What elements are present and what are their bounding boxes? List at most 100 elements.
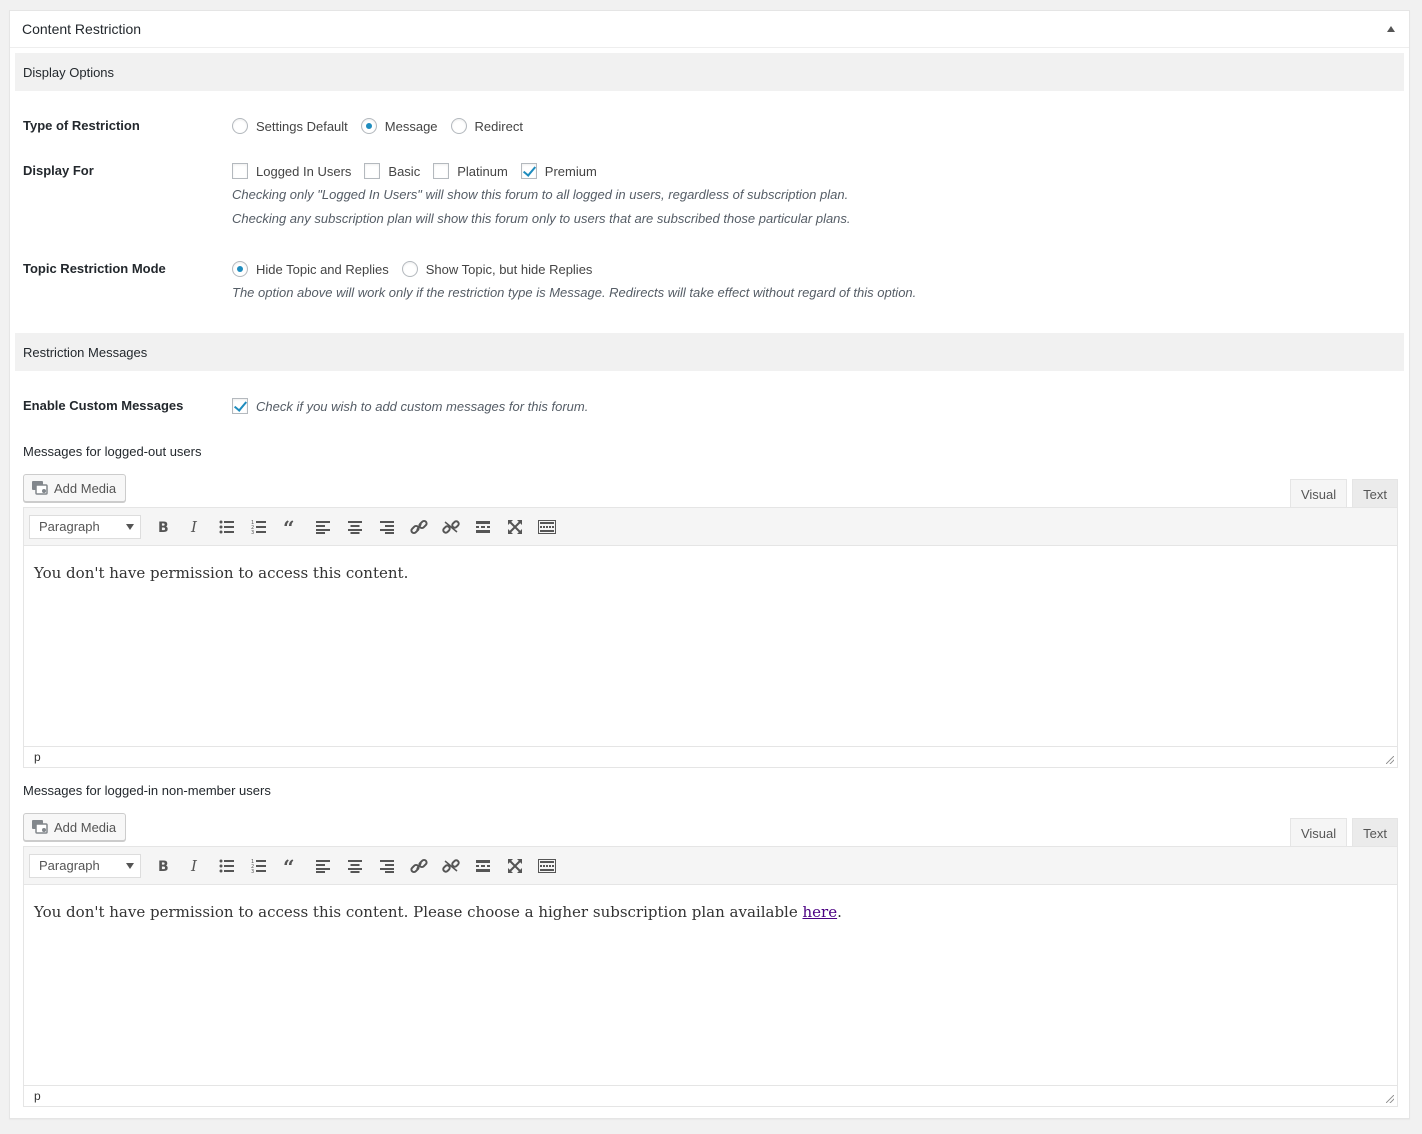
display-for-description-2: Checking any subscription plan will show…: [232, 211, 851, 226]
toolbar-toggle-icon[interactable]: [531, 513, 563, 541]
editor-statusbar: p: [24, 746, 1397, 767]
caret-down-icon: [126, 523, 134, 530]
format-select[interactable]: Paragraph: [29, 853, 141, 878]
format-select[interactable]: Paragraph: [29, 514, 141, 539]
align-right-icon[interactable]: [371, 513, 403, 541]
unlink-icon[interactable]: [435, 513, 467, 541]
tab-visual[interactable]: Visual: [1289, 479, 1348, 508]
display-for-options: Logged In Users Basic Platinum Premium: [232, 163, 851, 179]
svg-text:I: I: [190, 520, 198, 534]
logged-in-non-member-messages-label: Messages for logged-in non-member users: [23, 783, 271, 798]
blockquote-icon[interactable]: “: [275, 513, 307, 541]
radio-settings-default[interactable]: Settings Default: [232, 118, 348, 134]
bullet-list-icon[interactable]: [211, 513, 243, 541]
here-link[interactable]: here: [803, 903, 838, 921]
radio-control: [232, 118, 248, 134]
topic-restriction-mode-label: Topic Restriction Mode: [23, 261, 166, 276]
element-path[interactable]: p: [34, 1089, 41, 1103]
logged-out-messages-label: Messages for logged-out users: [23, 444, 202, 459]
svg-text:“: “: [283, 859, 295, 873]
metabox-title: Content Restriction: [22, 21, 142, 37]
numbered-list-icon[interactable]: 123: [243, 852, 275, 880]
add-media-button[interactable]: Add Media: [23, 813, 127, 841]
add-media-button[interactable]: Add Media: [23, 474, 127, 502]
editor-frame: Paragraph B I 123 “ You don't have permi…: [23, 846, 1398, 1107]
radio-control: [450, 118, 467, 134]
svg-text:3: 3: [251, 530, 254, 534]
tab-visual[interactable]: Visual: [1289, 818, 1348, 847]
bold-icon[interactable]: B: [147, 513, 179, 541]
collapse-arrow-icon[interactable]: [1387, 26, 1395, 32]
checkbox-enable-custom-messages[interactable]: Check if you wish to add custom messages…: [232, 398, 588, 414]
checkbox-logged-in-users[interactable]: Logged In Users: [232, 163, 351, 179]
bold-icon[interactable]: B: [147, 852, 179, 880]
align-right-icon[interactable]: [371, 852, 403, 880]
editor-tabs: Visual Text: [1285, 818, 1398, 847]
bullet-list-icon[interactable]: [211, 852, 243, 880]
topic-mode-options: Hide Topic and Replies Show Topic, but h…: [232, 261, 916, 277]
enable-custom-messages-label: Enable Custom Messages: [23, 398, 184, 413]
editor-content[interactable]: You don't have permission to access this…: [24, 885, 1397, 1085]
element-path[interactable]: p: [34, 750, 41, 764]
media-icon: [31, 819, 49, 835]
type-of-restriction-label: Type of Restriction: [23, 118, 140, 133]
checkbox-platinum[interactable]: Platinum: [433, 163, 508, 179]
fullscreen-icon[interactable]: [499, 852, 531, 880]
radio-control: [232, 261, 248, 277]
svg-text:B: B: [158, 859, 169, 873]
svg-text:3: 3: [251, 869, 254, 873]
italic-icon[interactable]: I: [179, 513, 211, 541]
align-left-icon[interactable]: [307, 513, 339, 541]
editor-statusbar: p: [24, 1085, 1397, 1106]
editor-toolbar: Paragraph B I 123 “: [24, 508, 1397, 546]
checkbox-control: [232, 163, 248, 179]
radio-redirect[interactable]: Redirect: [450, 118, 523, 134]
editor-content[interactable]: You don't have permission to access this…: [24, 546, 1397, 746]
content-restriction-metabox: Content Restriction Display Options Type…: [9, 10, 1410, 1119]
non-member-message-editor: Add Media Visual Text Paragraph B I 123 …: [23, 813, 1398, 1107]
svg-text:“: “: [283, 520, 295, 534]
checkbox-control: [232, 398, 248, 414]
display-for-description-1: Checking only "Logged In Users" will sho…: [232, 187, 849, 202]
resize-handle-icon[interactable]: [1386, 756, 1394, 764]
numbered-list-icon[interactable]: 123: [243, 513, 275, 541]
radio-message[interactable]: Message: [360, 118, 438, 134]
link-icon[interactable]: [403, 852, 435, 880]
resize-handle-icon[interactable]: [1386, 1095, 1394, 1103]
read-more-icon[interactable]: [467, 852, 499, 880]
metabox-header[interactable]: Content Restriction: [10, 11, 1409, 48]
editor-toolbar: Paragraph B I 123 “: [24, 847, 1397, 885]
display-for-label: Display For: [23, 163, 94, 178]
editor-tabs: Visual Text: [1285, 479, 1398, 508]
svg-text:I: I: [190, 859, 198, 873]
toolbar-toggle-icon[interactable]: [531, 852, 563, 880]
link-icon[interactable]: [403, 513, 435, 541]
unlink-icon[interactable]: [435, 852, 467, 880]
checkbox-premium[interactable]: Premium: [520, 163, 597, 179]
topic-mode-description: The option above will work only if the r…: [232, 285, 917, 300]
media-icon: [31, 480, 49, 496]
align-center-icon[interactable]: [339, 852, 371, 880]
radio-control: [401, 261, 418, 277]
radio-hide-topic-and-replies[interactable]: Hide Topic and Replies: [232, 261, 389, 277]
logged-out-message-editor: Add Media Visual Text Paragraph B I 123 …: [23, 474, 1398, 768]
fullscreen-icon[interactable]: [499, 513, 531, 541]
restriction-type-options: Settings Default Message Redirect: [232, 118, 536, 134]
align-left-icon[interactable]: [307, 852, 339, 880]
checkbox-basic[interactable]: Basic: [364, 163, 420, 179]
checkbox-control: [433, 163, 450, 179]
read-more-icon[interactable]: [467, 513, 499, 541]
checkbox-control: [520, 163, 537, 179]
restriction-messages-heading: Restriction Messages: [15, 333, 1404, 371]
display-options-heading: Display Options: [15, 53, 1404, 91]
tab-text[interactable]: Text: [1352, 479, 1398, 508]
italic-icon[interactable]: I: [179, 852, 211, 880]
radio-control: [360, 118, 377, 134]
tab-text[interactable]: Text: [1352, 818, 1398, 847]
checkbox-control: [364, 163, 381, 179]
editor-frame: Paragraph B I 123 “ You don't have permi…: [23, 507, 1398, 768]
radio-show-topic-hide-replies[interactable]: Show Topic, but hide Replies: [401, 261, 592, 277]
align-center-icon[interactable]: [339, 513, 371, 541]
blockquote-icon[interactable]: “: [275, 852, 307, 880]
caret-down-icon: [126, 862, 134, 869]
